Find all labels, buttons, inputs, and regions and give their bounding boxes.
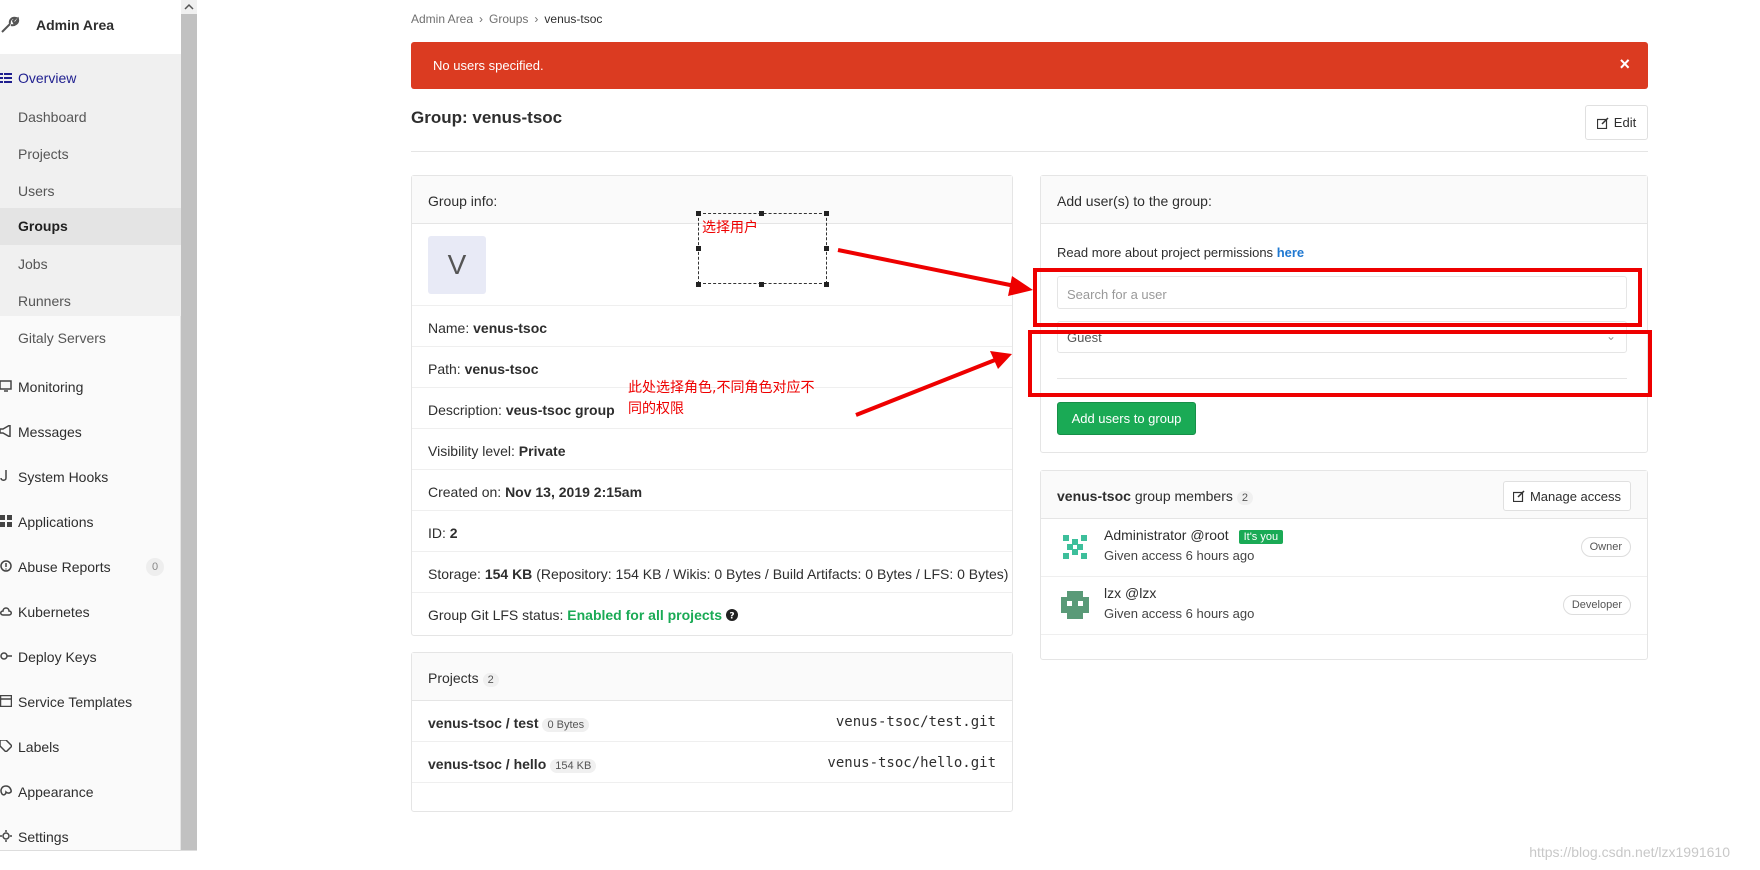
annotation-arrows [837,248,1033,417]
arrow-to-role [855,351,1012,417]
arrow-to-search [837,248,1033,296]
watermark: https://blog.csdn.net/lzx1991610 [1529,844,1730,860]
